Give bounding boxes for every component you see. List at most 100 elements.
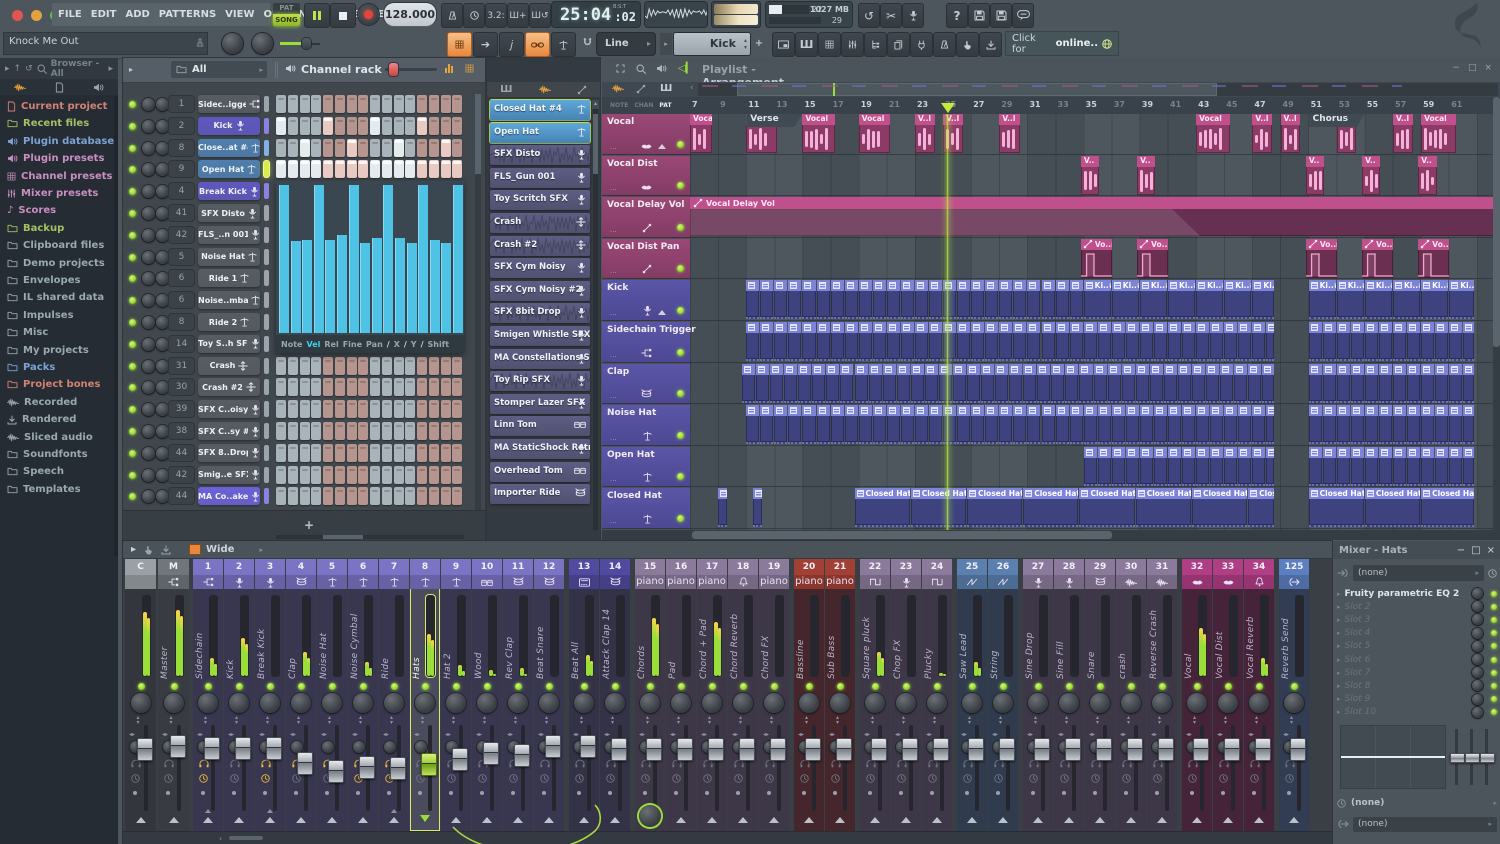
channel-target-strip[interactable] xyxy=(264,161,269,177)
pattern-clip[interactable] xyxy=(1037,364,1050,403)
mixer-strip-plucky[interactable]: 24Plucky▴▾◂▸ xyxy=(922,559,952,831)
channel-pan-knob[interactable] xyxy=(142,338,155,351)
fader-cap[interactable] xyxy=(933,738,949,761)
pattern-prev-button[interactable]: ▸ xyxy=(660,33,672,55)
pattern-clip[interactable] xyxy=(1042,322,1055,361)
strip-pan-arrows[interactable]: ◂▸ xyxy=(670,731,676,738)
channel-button[interactable]: Crash xyxy=(198,357,260,375)
pattern-clip[interactable]: Ki..#2 xyxy=(1449,280,1473,319)
pattern-clip[interactable] xyxy=(1337,447,1350,486)
picker-item-toy-rip-sfx[interactable]: Toy Rip SFX xyxy=(490,371,590,391)
pattern-clip[interactable]: Ki..#2 xyxy=(1365,280,1392,319)
volume-wheels[interactable] xyxy=(712,2,760,27)
step-cell[interactable] xyxy=(441,422,451,440)
pattern-clip[interactable] xyxy=(971,280,984,319)
pattern-clip[interactable]: Ki..#2 xyxy=(1084,280,1111,319)
channel-button[interactable]: FLS_..n 001 xyxy=(198,226,260,244)
channel-target-strip[interactable] xyxy=(264,292,269,308)
strip-pan-knob[interactable] xyxy=(131,693,151,713)
rack-graph-toggle[interactable] xyxy=(445,64,459,76)
fader-cap[interactable] xyxy=(646,738,662,761)
pattern-clip[interactable]: Closed Hat xyxy=(1421,488,1473,527)
fader-cap[interactable] xyxy=(580,735,596,758)
link-to-controller-button[interactable] xyxy=(525,32,550,57)
strip-route-arrow[interactable] xyxy=(169,817,179,823)
channel-number[interactable]: 9 xyxy=(169,161,194,177)
step-cell[interactable] xyxy=(417,357,427,375)
step-cell[interactable] xyxy=(288,378,298,396)
step-cell[interactable] xyxy=(441,444,451,462)
pattern-stepper[interactable]: ▴▾ xyxy=(744,37,747,51)
step-cell[interactable] xyxy=(276,466,286,484)
pattern-clip[interactable] xyxy=(1108,364,1121,403)
strip-pan-knob[interactable] xyxy=(574,693,594,713)
strip-sep-arrows[interactable]: ▴▾ xyxy=(580,715,583,725)
strip-route-arrow[interactable] xyxy=(835,817,845,823)
channel-vol-knob[interactable] xyxy=(156,490,169,503)
strip-number[interactable]: 4 xyxy=(286,559,316,575)
mixer-strip-vocal-dist[interactable]: 33Vocal Dist▴▾◂▸ xyxy=(1213,559,1243,831)
mixer-strip-attack-clap-14[interactable]: 14Attack Clap 14▴▾◂▸ xyxy=(600,559,630,831)
strip-number[interactable]: 3 xyxy=(255,559,285,575)
step-cell[interactable] xyxy=(347,487,357,505)
strip-sep-arrows[interactable]: ▴▾ xyxy=(968,715,971,725)
fader-cap[interactable] xyxy=(297,752,313,775)
strip-route-arrow[interactable] xyxy=(738,817,748,823)
audio-clip[interactable]: V..l xyxy=(1393,114,1413,153)
menu-patterns[interactable]: PATTERNS xyxy=(159,9,216,20)
strip-pan-arrows[interactable]: ◂▸ xyxy=(926,731,932,738)
fx-slot-2[interactable]: ▸Slot 2 xyxy=(1337,600,1497,613)
strip-pan-arrows[interactable]: ◂▸ xyxy=(228,731,234,738)
strip-led[interactable] xyxy=(546,683,553,690)
track-led[interactable] xyxy=(677,141,684,148)
mixer-hscroll-thumb[interactable] xyxy=(229,836,263,840)
step-cell[interactable] xyxy=(382,378,392,396)
stop-button[interactable] xyxy=(330,3,356,28)
pattern-clip[interactable] xyxy=(1248,364,1261,403)
strip-route-arrow[interactable] xyxy=(1254,817,1264,823)
step-cell[interactable] xyxy=(276,400,286,418)
channel-button[interactable]: SFX C..oisy xyxy=(198,400,260,418)
channel-pan-knob[interactable] xyxy=(142,120,155,133)
pattern-clip[interactable] xyxy=(1351,364,1364,403)
help-button[interactable]: ? xyxy=(946,3,968,28)
fader-cap[interactable] xyxy=(1158,738,1174,761)
step-cell[interactable] xyxy=(429,487,439,505)
channel-pan-knob[interactable] xyxy=(142,272,155,285)
playlist-ruler[interactable]: 7911131517192123252729313335373941434547… xyxy=(690,97,1493,115)
step-cell[interactable] xyxy=(288,400,298,418)
strip-sep-arrows[interactable]: ▴▾ xyxy=(235,715,238,725)
channel-enable-led[interactable] xyxy=(129,166,136,173)
strip-pan-knob[interactable] xyxy=(384,693,404,713)
pattern-clip[interactable] xyxy=(1042,405,1055,444)
strip-number[interactable]: 19 xyxy=(759,559,789,575)
strip-led[interactable] xyxy=(298,683,305,690)
step-cell[interactable] xyxy=(300,422,310,440)
fader-cap[interactable] xyxy=(611,738,627,761)
track-led[interactable] xyxy=(677,515,684,522)
pattern-clip[interactable] xyxy=(953,364,966,403)
step-cell[interactable] xyxy=(288,422,298,440)
browser-item-sliced-audio[interactable]: Sliced audio xyxy=(0,429,114,446)
automation-clip[interactable]: Vo..n xyxy=(1362,239,1393,278)
fader-cap[interactable] xyxy=(708,738,724,761)
channel-target-strip[interactable] xyxy=(264,270,269,286)
step-cell[interactable] xyxy=(429,400,439,418)
graph-bar[interactable] xyxy=(337,235,347,333)
step-cell[interactable] xyxy=(311,117,321,135)
fader-cap[interactable] xyxy=(805,738,821,761)
pattern-clip[interactable] xyxy=(1070,322,1083,361)
pattern-clip[interactable] xyxy=(1323,364,1336,403)
strip-led[interactable] xyxy=(391,683,398,690)
pattern-clip[interactable] xyxy=(1379,322,1392,361)
strip-sep-arrows[interactable]: ▴▾ xyxy=(611,715,614,725)
picker-item-smigen-whistle-sfx[interactable]: Smigen Whistle SFX xyxy=(490,326,590,346)
track-header-vocal-dist[interactable]: Vocal Dist... xyxy=(602,156,690,197)
step-cell[interactable] xyxy=(417,139,427,157)
pattern-clip[interactable] xyxy=(883,364,896,403)
strip-pan-arrows[interactable]: ◂▸ xyxy=(259,731,265,738)
step-cell[interactable] xyxy=(288,117,298,135)
panel-maximize[interactable]: □ xyxy=(1471,545,1480,556)
step-cell[interactable] xyxy=(276,422,286,440)
channel-vol-knob[interactable] xyxy=(156,272,169,285)
